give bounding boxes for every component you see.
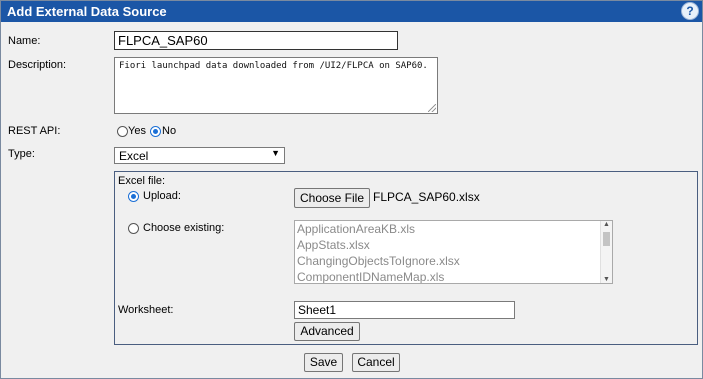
upload-label[interactable]: Upload: <box>143 190 181 202</box>
choose-existing-label[interactable]: Choose existing: <box>143 222 224 234</box>
scroll-down-icon[interactable]: ▼ <box>603 276 610 283</box>
name-input[interactable]: FLPCA_SAP60 <box>114 31 398 50</box>
list-item[interactable]: ComponentIDNameMap.xls <box>295 269 612 283</box>
worksheet-label: Worksheet: <box>118 304 174 316</box>
description-text: Fiori launchpad data downloaded from /UI… <box>119 61 428 71</box>
save-button[interactable]: Save <box>304 353 343 372</box>
description-label: Description: <box>8 59 67 71</box>
choose-file-button[interactable]: Choose File <box>294 188 370 208</box>
name-label: Name: <box>8 35 41 47</box>
rest-api-no-radio[interactable] <box>150 126 161 137</box>
dialog-titlebar: Add External Data Source ? <box>1 1 702 22</box>
resize-grip-icon[interactable] <box>428 104 436 112</box>
list-item[interactable]: AppStats.xlsx <box>295 237 612 253</box>
dialog-title: Add External Data Source <box>7 4 167 19</box>
rest-api-yes-radio[interactable] <box>117 126 128 137</box>
add-external-data-source-dialog: Add External Data Source ? Name: FLPCA_S… <box>0 0 703 379</box>
list-item[interactable]: ApplicationAreaKB.xls <box>295 221 612 237</box>
excel-file-label: Excel file: <box>118 175 166 187</box>
rest-api-label: REST API: <box>8 125 61 137</box>
chosen-file-name: FLPCA_SAP60.xlsx <box>373 190 480 204</box>
type-select[interactable]: Excel ▼ <box>114 147 285 164</box>
choose-existing-radio[interactable] <box>128 223 139 234</box>
help-icon[interactable]: ? <box>681 2 699 20</box>
cancel-button[interactable]: Cancel <box>352 353 400 372</box>
upload-radio[interactable] <box>128 191 139 202</box>
type-select-value: Excel <box>119 149 149 163</box>
existing-files-listbox[interactable]: ApplicationAreaKB.xls AppStats.xlsx Chan… <box>294 220 613 284</box>
worksheet-input[interactable]: Sheet1 <box>294 301 515 319</box>
scrollbar-thumb[interactable] <box>603 232 610 246</box>
rest-api-no-label[interactable]: No <box>162 125 176 137</box>
type-label: Type: <box>8 148 35 160</box>
rest-api-yes-label[interactable]: Yes <box>128 125 146 137</box>
scroll-up-icon[interactable]: ▲ <box>603 221 610 228</box>
list-item[interactable]: ChangingObjectsToIgnore.xlsx <box>295 253 612 269</box>
advanced-button[interactable]: Advanced <box>294 322 360 341</box>
listbox-scrollbar[interactable]: ▲ ▼ <box>600 221 612 283</box>
description-textarea[interactable]: Fiori launchpad data downloaded from /UI… <box>114 57 438 114</box>
chevron-down-icon: ▼ <box>271 148 280 158</box>
